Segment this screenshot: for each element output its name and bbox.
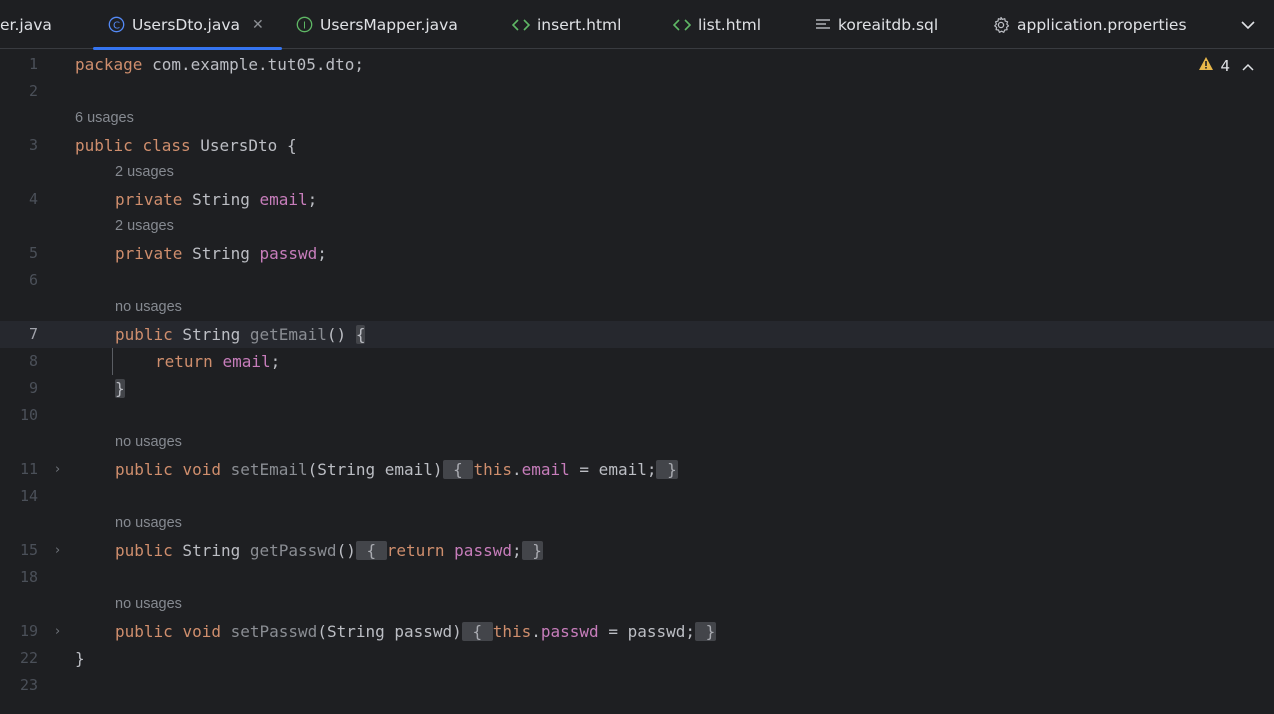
line-number: 18 <box>19 568 38 586</box>
line-number: 6 <box>28 271 38 289</box>
code-text: package com.example.tut05.dto; <box>75 55 364 74</box>
code-line[interactable]: 2 <box>0 78 1274 105</box>
code-text: public class UsersDto { <box>75 136 297 155</box>
line-number: 4 <box>28 190 38 208</box>
indent-guide <box>112 348 113 375</box>
code-text: public void setPasswd(String passwd) { t… <box>115 622 717 641</box>
fold-chevron-icon[interactable]: › <box>55 618 60 645</box>
code-line[interactable]: 23 <box>0 672 1274 699</box>
line-number: 22 <box>19 649 38 667</box>
tab-insert-html[interactable]: insert.html <box>512 0 621 49</box>
line-number: 5 <box>28 244 38 262</box>
code-line[interactable]: 10 <box>0 402 1274 429</box>
line-number: 23 <box>19 676 38 694</box>
chevron-down-icon <box>1241 15 1255 34</box>
usages-hint[interactable]: no usages <box>0 294 1274 321</box>
current-code-line[interactable]: 7 public String getEmail() { <box>0 321 1274 348</box>
code-line[interactable]: 19 › public void setPasswd(String passwd… <box>0 618 1274 645</box>
sql-file-icon <box>815 18 831 32</box>
fold-chevron-icon[interactable]: › <box>55 456 60 483</box>
html-icon <box>673 18 691 32</box>
code-text: public String getEmail() { <box>115 325 366 344</box>
line-number: 3 <box>28 136 38 154</box>
tab-list-dropdown-button[interactable] <box>1238 14 1258 34</box>
close-icon[interactable]: ✕ <box>252 17 264 33</box>
folded-region: { <box>442 460 474 479</box>
line-number: 2 <box>28 82 38 100</box>
svg-text:I: I <box>303 20 306 31</box>
folded-region: } <box>521 541 543 560</box>
line-number: 11 <box>19 460 38 478</box>
code-text: return email; <box>155 352 281 371</box>
line-number: 10 <box>19 406 38 424</box>
code-line[interactable]: 11 › public void setEmail(String email) … <box>0 456 1274 483</box>
code-text: public String getPasswd() { return passw… <box>115 541 543 560</box>
tab-label: UsersDto.java <box>132 15 241 34</box>
html-icon <box>512 18 530 32</box>
code-line[interactable]: 9 } <box>0 375 1274 402</box>
usages-hint[interactable]: no usages <box>0 429 1274 456</box>
tab-label: insert.html <box>537 15 622 34</box>
tab-label: er.java <box>0 15 52 34</box>
code-line[interactable]: 22 } <box>0 645 1274 672</box>
gear-icon <box>992 16 1010 34</box>
code-line[interactable]: 8 return email; <box>0 348 1274 375</box>
folded-region: { <box>355 541 387 560</box>
line-number: 15 <box>19 541 38 559</box>
interface-icon: I <box>296 16 313 33</box>
line-number: 14 <box>19 487 38 505</box>
code-text: } <box>115 379 125 398</box>
line-number: 7 <box>28 325 38 343</box>
tab-label: application.properties <box>1017 15 1187 34</box>
code-line[interactable]: 3 public class UsersDto { <box>0 132 1274 159</box>
code-line[interactable]: 1 package com.example.tut05.dto; <box>0 51 1274 78</box>
folded-region: { <box>461 622 493 641</box>
editor-tab-bar: er.java C UsersDto.java ✕ I UsersMapper.… <box>0 0 1274 50</box>
tab-label: list.html <box>698 15 761 34</box>
tab-koreaitdb-sql[interactable]: koreaitdb.sql <box>815 0 938 49</box>
line-number: 9 <box>28 379 38 397</box>
usages-hint[interactable]: 2 usages <box>0 159 1274 186</box>
usages-hint[interactable]: no usages <box>0 591 1274 618</box>
code-line[interactable]: 15 › public String getPasswd() { return … <box>0 537 1274 564</box>
folded-region: } <box>656 460 678 479</box>
tab-users-mapper-java[interactable]: I UsersMapper.java <box>296 0 458 49</box>
code-text: } <box>75 649 85 668</box>
tab-application-properties[interactable]: application.properties <box>992 0 1187 49</box>
class-icon: C <box>108 16 125 33</box>
tab-label: koreaitdb.sql <box>838 15 939 34</box>
code-line[interactable]: 4 private String email; <box>0 186 1274 213</box>
code-line[interactable]: 18 <box>0 564 1274 591</box>
usages-hint[interactable]: no usages <box>0 510 1274 537</box>
code-line[interactable]: 6 <box>0 267 1274 294</box>
usages-hint[interactable]: 2 usages <box>0 213 1274 240</box>
code-line[interactable]: 14 <box>0 483 1274 510</box>
tab-users-dto-java[interactable]: C UsersDto.java ✕ <box>93 0 282 50</box>
fold-chevron-icon[interactable]: › <box>55 537 60 564</box>
code-text: private String email; <box>115 190 318 209</box>
line-number: 8 <box>28 352 38 370</box>
usages-hint[interactable]: 6 usages <box>0 105 1274 132</box>
tab-controller-java[interactable]: er.java <box>0 0 52 49</box>
code-line[interactable]: 5 private String passwd; <box>0 240 1274 267</box>
folded-region: } <box>695 622 717 641</box>
svg-text:C: C <box>113 20 120 31</box>
code-text: public void setEmail(String email) { thi… <box>115 460 678 479</box>
tab-label: UsersMapper.java <box>320 15 458 34</box>
code-editor[interactable]: 4 1 package com.example.tut05.dto; 2 6 u… <box>0 50 1274 714</box>
line-number: 19 <box>19 622 38 640</box>
line-number: 1 <box>28 55 38 73</box>
tab-list-html[interactable]: list.html <box>673 0 761 49</box>
code-text: private String passwd; <box>115 244 327 263</box>
